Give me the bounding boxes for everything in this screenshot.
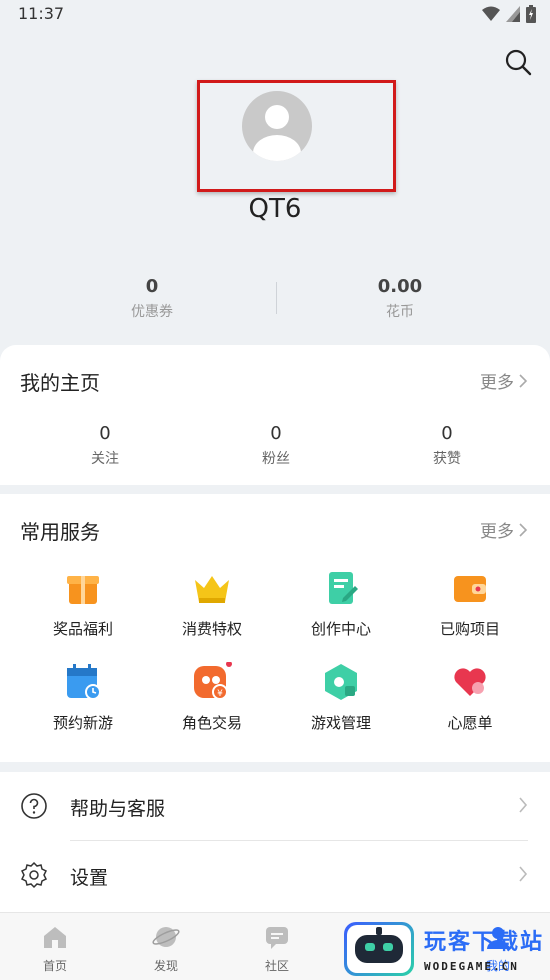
- wallet-stats: 0 优惠券 0.00 花币: [0, 276, 550, 326]
- help-icon: [21, 793, 47, 819]
- service-reserve[interactable]: 预约新游: [23, 662, 143, 733]
- count-value: 0: [441, 423, 453, 444]
- count-value: 0: [99, 423, 111, 444]
- settings-row[interactable]: 设置: [0, 841, 550, 909]
- settings-list-card: 帮助与客服 设置: [0, 772, 550, 912]
- count-label: 粉丝: [262, 451, 290, 467]
- more-link[interactable]: 更多: [480, 517, 528, 542]
- coin-stat[interactable]: 0.00 花币: [320, 276, 480, 321]
- nav-label: 发现: [153, 959, 178, 973]
- service-label: 已购项目: [439, 620, 500, 638]
- search-icon: [505, 49, 532, 76]
- count-label: 获赞: [433, 451, 461, 467]
- service-creator[interactable]: 创作中心: [281, 568, 401, 639]
- nav-label: 社区: [264, 959, 289, 973]
- coupon-stat[interactable]: 0 优惠券: [72, 276, 232, 321]
- count-label: 关注: [91, 451, 119, 467]
- search-button[interactable]: [504, 48, 532, 76]
- nav-community[interactable]: 社区: [237, 923, 317, 974]
- common-services-card: 常用服务 更多 奖品福利 消费特权 创作中心 已购项目 预约新游 ¥ 角色交易 …: [0, 494, 550, 762]
- service-label: 预约新游: [52, 714, 113, 732]
- nav-label: 首页: [42, 959, 67, 973]
- username[interactable]: QT6: [0, 194, 550, 224]
- chat-icon: [266, 927, 288, 949]
- more-label: 更多: [480, 373, 514, 393]
- heart-icon: [450, 662, 490, 702]
- service-gift[interactable]: 奖品福利: [23, 568, 143, 639]
- fans-count[interactable]: 0 粉丝: [216, 423, 336, 468]
- service-trade[interactable]: ¥ 角色交易: [152, 661, 272, 733]
- section-title: 我的主页: [20, 371, 100, 395]
- stat-divider: [276, 282, 277, 314]
- chevron-right-icon: [519, 797, 528, 813]
- gift-icon: [63, 568, 103, 608]
- calendar-clock-icon: [63, 662, 103, 702]
- home-icon: [44, 927, 66, 948]
- edit-document-icon: [321, 568, 361, 608]
- stat-value: 0: [145, 276, 159, 297]
- signal-icon: [506, 6, 520, 22]
- more-label: 更多: [480, 522, 514, 542]
- likes-count[interactable]: 0 获赞: [387, 423, 507, 468]
- trade-icon: ¥: [192, 661, 232, 702]
- service-label: 心愿单: [447, 714, 493, 732]
- more-link[interactable]: 更多: [480, 368, 528, 393]
- service-label: 消费特权: [181, 620, 242, 638]
- list-label: 设置: [70, 867, 109, 889]
- nav-discover[interactable]: 发现: [126, 923, 206, 974]
- watermark-logo-icon: [344, 922, 414, 976]
- watermark-subtitle: WODEGAME.CN: [424, 960, 519, 973]
- count-value: 0: [270, 423, 282, 444]
- chevron-right-icon: [519, 373, 528, 388]
- service-wishlist[interactable]: 心愿单: [410, 662, 530, 733]
- default-avatar-icon: [253, 105, 301, 161]
- status-time: 11:37: [18, 4, 65, 23]
- service-label: 奖品福利: [52, 620, 113, 638]
- gear-icon: [20, 861, 48, 889]
- list-label: 帮助与客服: [70, 798, 166, 820]
- stat-label: 花币: [386, 304, 414, 320]
- chevron-right-icon: [519, 866, 528, 882]
- chevron-right-icon: [519, 522, 528, 537]
- service-label: 角色交易: [181, 714, 242, 732]
- status-bar: 11:37: [0, 0, 550, 28]
- avatar[interactable]: [242, 91, 312, 161]
- watermark-title: 玩客下载站: [424, 930, 545, 955]
- status-icons: [482, 5, 536, 23]
- svg-text:¥: ¥: [217, 689, 223, 699]
- nav-home[interactable]: 首页: [15, 923, 95, 974]
- crown-icon: [192, 568, 232, 608]
- battery-icon: [526, 5, 536, 23]
- service-vip[interactable]: 消费特权: [152, 568, 272, 639]
- service-purchased[interactable]: 已购项目: [410, 568, 530, 639]
- service-label: 游戏管理: [310, 714, 371, 732]
- follow-count[interactable]: 0 关注: [45, 423, 165, 468]
- stat-label: 优惠券: [131, 304, 173, 320]
- wifi-icon: [482, 6, 500, 21]
- stat-value: 0.00: [377, 276, 423, 297]
- help-row[interactable]: 帮助与客服: [0, 772, 550, 841]
- section-title: 常用服务: [20, 520, 100, 544]
- wallet-icon: [450, 568, 490, 608]
- service-game-manage[interactable]: 游戏管理: [281, 662, 401, 733]
- my-homepage-card: 我的主页 更多 0 关注 0 粉丝 0 获赞: [0, 345, 550, 485]
- site-watermark: 玩客下载站 WODEGAME.CN: [344, 918, 550, 980]
- avatar-highlight[interactable]: [197, 80, 396, 192]
- service-label: 创作中心: [310, 620, 371, 638]
- planet-icon: [152, 927, 180, 947]
- hexagon-game-icon: [321, 662, 361, 702]
